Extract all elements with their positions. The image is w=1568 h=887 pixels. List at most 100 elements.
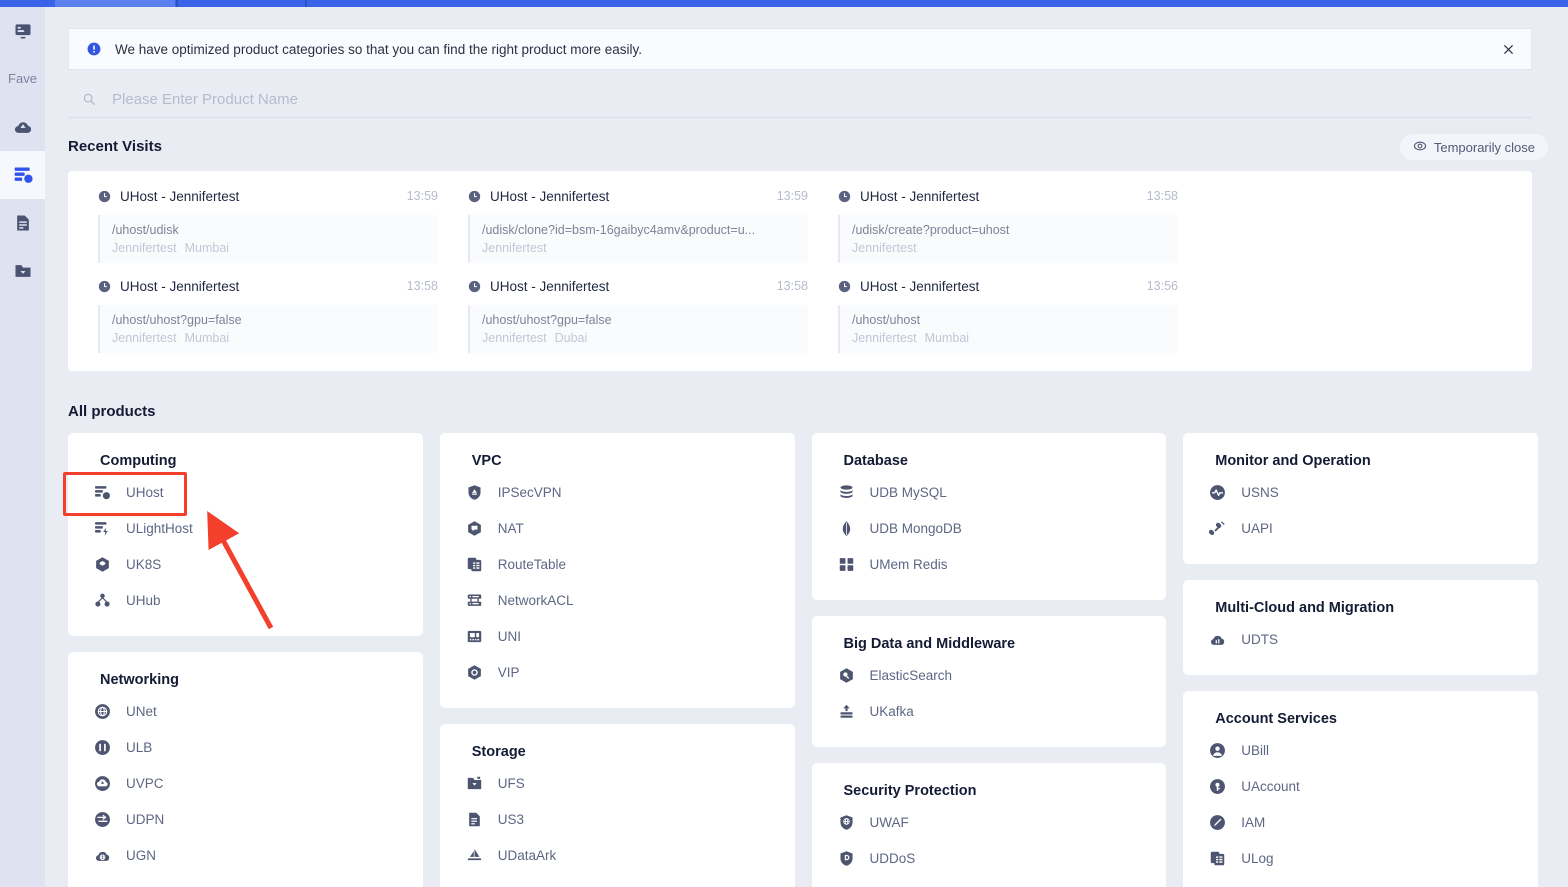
product-item-uddos[interactable]: UDDoS [812,840,1167,876]
recent-visit-body: /uhost/uhost?gpu=false Jennifertest Mumbai [98,305,438,353]
recent-visit-card[interactable]: UHost - Jennifertest 13:59/udisk/clone?id… [448,185,818,263]
recent-visit-meta: Jennifertest [482,241,798,255]
product-item-label: UDPN [126,811,165,827]
recent-visit-account: Jennifertest [112,241,177,255]
product-item-ufs[interactable]: UFS [440,765,795,801]
product-item-us3[interactable]: US3 [440,801,795,837]
product-item-unet[interactable]: UNet [68,693,423,729]
table-copy-icon [1209,850,1226,867]
product-item-uwaf[interactable]: UWAF [812,804,1167,840]
recent-visit-time: 13:59 [776,189,808,203]
shield-cloud-icon [466,484,483,501]
product-item-label: UDDoS [869,850,916,866]
browser-tab[interactable] [55,0,175,7]
server-list-icon [13,21,33,41]
sidebar-item-cloud-service[interactable] [0,103,45,151]
product-item-uni[interactable]: UNI [440,618,795,654]
product-item-networkacl[interactable]: NetworkACL [440,582,795,618]
clock-icon [468,190,481,203]
recent-visit-meta: Jennifertest Mumbai [112,331,428,345]
recent-visit-time: 13:58 [776,279,808,293]
product-item-label: UDB MySQL [869,484,947,500]
product-category-card: Database UDB MySQL UDB MongoDB UMem Redis [811,433,1167,600]
product-item-ulighthost[interactable]: ULightHost [68,510,423,546]
product-item-udataark[interactable]: UDataArk [440,837,795,873]
recent-visit-account: Jennifertest [482,331,547,345]
cloud-chart-icon [1209,631,1226,648]
cloud-circle-icon [94,775,111,792]
search-input[interactable] [112,90,1012,108]
product-item-uk8s[interactable]: UK8S [68,546,423,582]
product-item-uvpc[interactable]: UVPC [68,765,423,801]
hexagon-chat-icon [466,520,483,537]
balance-icon [94,739,111,756]
product-item-udb-mongodb[interactable]: UDB MongoDB [812,510,1167,546]
recent-visit-card[interactable]: UHost - Jennifertest 13:58/udisk/create?p… [818,185,1188,263]
product-item-udpn[interactable]: UDPN [68,801,423,837]
product-item-uhub[interactable]: UHub [68,582,423,618]
product-category-title: Database [843,453,908,469]
sidebar-item-favorites[interactable]: Fave [0,55,45,103]
product-item-uhost[interactable]: UHost [63,472,423,516]
close-icon[interactable] [1499,40,1517,58]
recent-visit-region: Mumbai [184,331,230,345]
product-item-ipsecvpn[interactable]: IPSecVPN [440,474,795,510]
eye-icon [1413,139,1427,156]
product-item-ukafka[interactable]: UKafka [812,693,1167,729]
product-item-ubill[interactable]: UBill [1183,732,1538,768]
nodes-icon [94,592,111,609]
info-icon [87,42,101,56]
recent-visit-card[interactable]: UHost - Jennifertest 13:56/uhost/uhost Jen… [818,275,1188,353]
recent-visit-card[interactable]: UHost - Jennifertest 13:59/uhost/udisk Jen… [78,185,448,263]
product-item-label: VIP [497,664,520,680]
recent-visit-account: Jennifertest [482,241,547,255]
product-item-label: UHost [126,484,164,500]
product-item-iam[interactable]: IAM [1183,804,1538,840]
recent-visit-time: 13:59 [406,189,438,203]
recent-visit-path: /udisk/create?product=uhost [852,223,1010,237]
product-item-nat[interactable]: NAT [440,510,795,546]
folder-icon [466,775,483,792]
product-item-umem-redis[interactable]: UMem Redis [812,546,1167,582]
product-item-usns[interactable]: USNS [1183,474,1538,510]
product-category-title: Computing [100,453,177,469]
product-item-label: UBill [1241,742,1270,758]
folder-icon [13,261,33,281]
search-bar[interactable] [68,81,1532,118]
recent-visit-card[interactable]: UHost - Jennifertest 13:58/uhost/uhost?gp… [448,275,818,353]
recent-visit-card[interactable]: UHost - Jennifertest 13:58/uhost/uhost?gp… [78,275,448,353]
product-item-uapi[interactable]: UAPI [1183,510,1538,546]
recent-visit-title: UHost - Jennifertest [490,278,610,294]
pen-circle-icon [1209,814,1226,831]
temporarily-close-button[interactable]: Temporarily close [1399,134,1548,160]
hexagon-cube-icon [94,556,111,573]
key-circle-icon [1209,778,1226,795]
product-item-udts[interactable]: UDTS [1183,621,1538,657]
product-item-udb-mysql[interactable]: UDB MySQL [812,474,1167,510]
main-content: We have optimized product categories so … [45,7,1568,887]
recent-visit-region: Mumbai [184,241,230,255]
product-item-vip[interactable]: VIP [440,654,795,690]
recent-visits-panel: UHost - Jennifertest 13:59/uhost/udisk Jen… [68,171,1532,371]
product-item-label: USNS [1241,484,1279,500]
product-item-elasticsearch[interactable]: ElasticSearch [812,657,1167,693]
user-circle-icon [1209,742,1226,759]
recent-visit-title: UHost - Jennifertest [860,278,980,294]
sidebar-item-console-overview[interactable] [0,7,45,55]
product-category-card: Multi-Cloud and Migration UDTS [1183,580,1538,675]
product-item-uaccount[interactable]: UAccount [1183,768,1538,804]
tab-divider [176,0,178,7]
product-item-routetable[interactable]: RouteTable [440,546,795,582]
sidebar-item-all-products[interactable] [0,151,45,199]
browser-tab-strip [0,0,1568,7]
recent-visit-account: Jennifertest [852,241,917,255]
product-item-ulog[interactable]: ULog [1183,840,1538,876]
sidebar-item-documents[interactable] [0,199,45,247]
recent-visit-meta: Jennifertest [852,241,1168,255]
product-item-ugn[interactable]: UGN [68,837,423,873]
product-category-card: Security Protection UWAF UDDoS [811,763,1167,887]
product-item-ulb[interactable]: ULB [68,729,423,765]
sidebar-item-archive[interactable] [0,247,45,295]
clock-icon [98,280,111,293]
stack-arrow-icon [838,703,855,720]
